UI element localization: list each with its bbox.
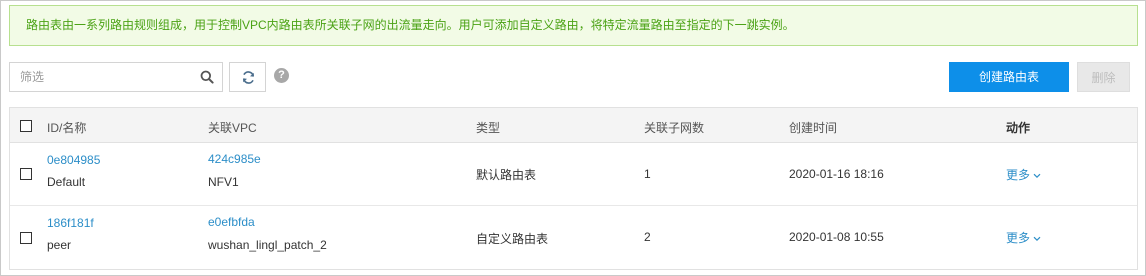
- vpc-id-link[interactable]: e0efbfda: [208, 215, 255, 229]
- create-route-table-button[interactable]: 创建路由表: [949, 62, 1069, 92]
- row-checkbox[interactable]: [20, 232, 32, 244]
- search-box[interactable]: [9, 62, 223, 92]
- route-table-id-link[interactable]: 0e804985: [47, 153, 100, 167]
- vpc-name: wushan_lingl_patch_2: [208, 238, 327, 252]
- row-checkbox[interactable]: [20, 168, 32, 180]
- refresh-button[interactable]: [229, 62, 266, 92]
- header-id-name: ID/名称: [47, 121, 87, 135]
- header-subnet-count: 关联子网数: [644, 121, 705, 135]
- route-table-id-link[interactable]: 186f181f: [47, 216, 94, 230]
- search-icon[interactable]: [200, 70, 214, 84]
- vpc-name: NFV1: [208, 175, 239, 189]
- table-row: 186f181f peer e0efbfda wushan_lingl_patc…: [10, 206, 1137, 269]
- header-type: 类型: [476, 121, 501, 135]
- more-actions-dropdown[interactable]: 更多: [1006, 229, 1041, 246]
- refresh-icon: [242, 71, 255, 84]
- header-created-time: 创建时间: [789, 121, 838, 135]
- header-vpc: 关联VPC: [208, 121, 257, 135]
- route-table-name: peer: [47, 238, 72, 252]
- select-all-checkbox[interactable]: [20, 120, 32, 132]
- delete-button: 删除: [1077, 62, 1130, 92]
- help-icon[interactable]: ?: [274, 68, 289, 83]
- created-time: 2020-01-08 10:55: [789, 230, 884, 244]
- chevron-down-icon: [1033, 173, 1041, 178]
- route-table-type: 默认路由表: [476, 168, 537, 182]
- more-label: 更多: [1006, 231, 1031, 245]
- info-notice: 路由表由一系列路由规则组成，用于控制VPC内路由表所关联子网的出流量走向。用户可…: [9, 5, 1138, 46]
- header-action: 动作: [1006, 121, 1031, 135]
- route-table: ID/名称 关联VPC 类型 关联子网数 创建时间 动作 0e804985 De…: [9, 107, 1138, 270]
- route-table-type: 自定义路由表: [476, 232, 549, 246]
- table-row: 0e804985 Default 424c985e NFV1 默认路由表 1 2…: [10, 143, 1137, 206]
- table-header: ID/名称 关联VPC 类型 关联子网数 创建时间 动作: [10, 108, 1137, 143]
- subnet-count: 1: [644, 167, 651, 181]
- more-label: 更多: [1006, 168, 1031, 182]
- created-time: 2020-01-16 18:16: [789, 167, 884, 181]
- route-table-name: Default: [47, 175, 86, 189]
- more-actions-dropdown[interactable]: 更多: [1006, 166, 1041, 183]
- search-input[interactable]: [10, 63, 194, 91]
- chevron-down-icon: [1033, 236, 1041, 241]
- vpc-id-link[interactable]: 424c985e: [208, 152, 261, 166]
- subnet-count: 2: [644, 230, 651, 244]
